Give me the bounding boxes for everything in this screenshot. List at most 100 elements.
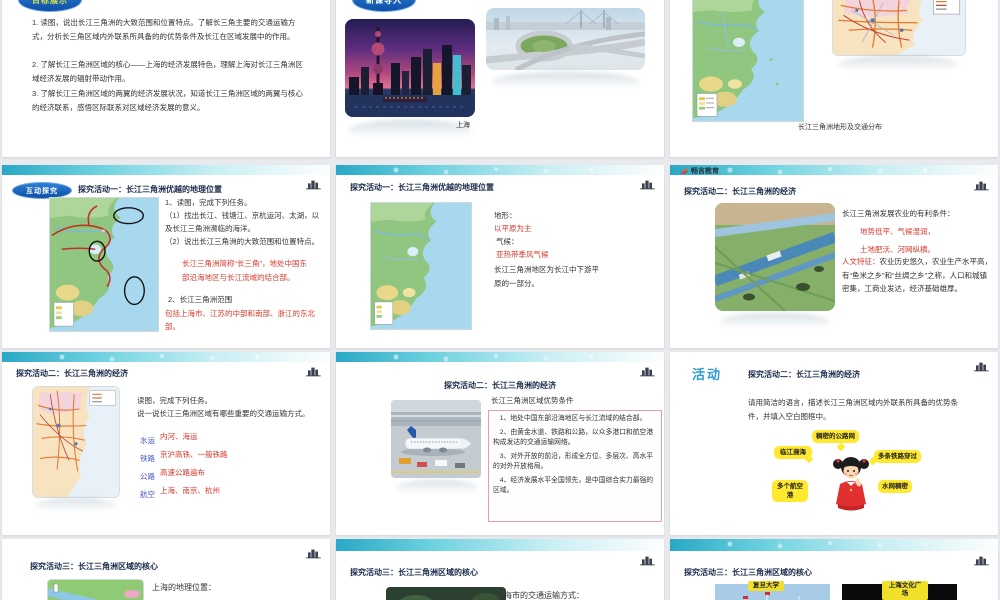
bubble-road-network: 稠密的公路网 [812,430,859,444]
terrain-value: 以平原为主 [494,224,532,233]
slide-4-activity1-position[interactable]: 互动探究 探究活动一：长江三角洲优越的地理位置 1、读图，完成下列任务。 （1）… [2,165,330,348]
answer-region: 长江三角洲简称“长三角”，地处中国东部沿海地区与长江流域的结合部。 [182,259,307,282]
goal-badge: 目标展示 [18,0,82,12]
terrain-label: 地形： [494,211,517,220]
advantage-point-1: 1、地处中国东部沿海地区与长江流域的结合部。 [499,415,647,422]
transport-task-2: 说一说长江三角洲区域有哪些重要的交通运输方式。 [137,409,310,418]
transport-label-road: 公路 [140,472,155,481]
bubble-tail [804,454,814,464]
bubble-tail [836,442,846,452]
maps-caption: 长江三角洲地形及交通分布 [798,124,882,131]
task-line-1: 1、读图，完成下列任务。 [165,198,252,207]
bridge-reflection [492,72,640,92]
transport-value-rail: 京沪高铁、一般铁路 [160,450,228,459]
airport-art [391,400,481,478]
canal-aerial-photo [715,203,835,311]
slide-12-activity3-core[interactable]: 探究活动三：长江三角洲区域的核心 复旦大学 上海文化广场 [670,539,998,600]
slide-header-bar [2,165,330,175]
goal-badge-label: 目标展示 [32,0,68,5]
shanghai-skyline-photo [345,19,475,117]
terrain-map-art [693,0,803,121]
satellite-photo [386,587,506,600]
building-icon [974,181,989,191]
activity-side-label: 活动 [692,367,723,382]
transport-task-1: 读图，完成下列任务。 [137,396,212,405]
terrain-map-annotated-art [50,198,158,331]
transport-value-water: 内河、海运 [160,432,198,441]
traffic-map-reflection [838,56,958,74]
slide-10-activity3-position[interactable]: 探究活动三：长江三角洲区域的核心 上海的地理位置： [2,539,330,600]
interchange-bridge-photo [486,8,645,70]
wing-logo-icon [680,167,689,175]
building-icon [640,556,655,566]
goal-paragraph-1: 1. 读图，说出长江三角洲的大致范围和位置特点。了解长三角主要的交通运输方式，分… [32,18,296,41]
building-icon [306,367,321,377]
transport-note: 上海市的交通运输方式： [496,591,584,600]
heading-range: 2、长江三角洲范围 [168,295,233,304]
task-line-2: （1）找出长江、钱塘江、京杭运河、太湖，以及长江三角洲濒临的海洋。 [165,211,320,234]
slide-header-bar [336,539,664,551]
terrain-map-art [371,203,471,329]
slide-title: 探究活动二：长江三角洲的经济 [748,370,860,379]
building-icon [974,556,989,566]
building-icon [974,362,989,372]
slide-6-activity2-agriculture[interactable]: 畅言教育 探究活动二：长江三角洲的经济 长江三角洲发展农业的有利条件： 地势低平… [670,165,998,348]
building-icon [306,549,321,559]
slide-9-activity-bubbles[interactable]: 活动 探究活动二：长江三角洲的经济 请用简洁的语言，描述长江三角洲区域内外联系所… [670,352,998,535]
traffic-map-image [832,0,966,56]
slide-2-intro[interactable]: 新课导入 上海 [336,0,664,157]
slide-title: 探究活动一：长江三角洲优越的地理位置 [350,183,494,192]
slide-sorter-board: 目标展示 1. 读图，说出长江三角洲的大致范围和位置特点。了解长三角主要的交通运… [0,0,1000,600]
slide-11-activity3-transport[interactable]: 探究活动三：长江三角洲区域的核心 上海市的交通运输方式： [336,539,664,600]
transport-label-water: 水运 [140,436,155,445]
task-line-3: （2）说出长江三角洲的大致范围和位置特点。 [165,237,320,246]
slide-header-bar [670,539,998,551]
canal-photo-reflection [720,313,830,331]
slide-8-activity2-advantages[interactable]: 探究活动二：长江三角洲的经济 长江三角洲区域优势条件 1、地处中国东部沿海地区与… [336,352,664,535]
transport-value-road: 高速公路遍布 [160,468,205,477]
slide-header-bar [2,352,330,362]
activity-prompt: 请用简洁的语言，描述长江三角洲区域内外联系所具备的优势条件，并填入空白图框中。 [748,398,958,421]
slide-header-bar [670,165,998,175]
slide-title: 探究活动二：长江三角洲的经济 [16,369,128,378]
canal-aerial-art [715,203,835,311]
slide-1-goals[interactable]: 目标展示 1. 读图，说出长江三角洲的大致范围和位置特点。了解长三角主要的交通运… [2,0,330,157]
intro-badge: 新课导入 [352,0,416,12]
shanghai-position-map-art [48,580,143,600]
brand-logo: 畅言教育 [680,166,719,176]
position-note: 上海的地理位置： [152,583,216,592]
advantages-heading: 长江三角洲区域优势条件 [491,396,574,405]
human-feature-label: 人文特征： [842,257,880,266]
brand-logo-text: 畅言教育 [691,168,719,175]
slide-title: 探究活动三：长江三角洲区域的核心 [350,568,478,577]
agri-red-1: 地势低平、气候湿润， [860,227,935,236]
slide-3-maps[interactable]: 长江三角洲地形及交通分布 [670,0,998,157]
slide-title: 探究活动三：长江三角洲区域的核心 [30,562,158,571]
advantages-box: 1、地处中国东部沿海地区与长江流域的结合部。 2、由黄金水道、铁路和公路，以众多… [488,410,662,522]
traffic-map-art [33,387,119,497]
bubble-water-network: 水网稠密 [878,480,912,494]
interchange-art [486,10,645,70]
fudan-label-chip: 复旦大学 [748,581,784,592]
slide-5-activity1-terrain[interactable]: 探究活动一：长江三角洲优越的地理位置 地形： 以平原为主 气候： 亚热带季风气候… [336,165,664,348]
climate-label: 气候： [496,237,519,246]
building-icon [640,367,655,377]
slide-header-bar [336,165,664,175]
slide-header-bar [336,352,664,362]
cartoon-girl-illustration [833,457,869,511]
terrain-map-image [370,202,472,330]
slide-title: 探究活动二：长江三角洲的经济 [444,381,556,390]
transport-label-air: 航空 [140,490,155,499]
advantage-point-4: 4、经济发展水平全国领先，是中国综合实力最强的区域。 [493,476,654,495]
answer-range: 包括上海市、江苏的中部和南部、浙江的东北部。 [165,309,315,331]
goal-paragraph-3: 3. 了解长江三角洲区域的两翼的经济发展状况，知道长江三角洲区域的两翼与核心的经… [32,89,303,112]
terrain-map-image [692,0,804,122]
shanghai-caption: 上海 [456,122,470,129]
bubble-railways: 多条铁路穿过 [874,450,921,464]
slide-7-activity2-transport[interactable]: 探究活动二：长江三角洲的经济 读图，完成下列任务。 说一说长江三角洲区域有哪些重… [2,352,330,535]
building-icon [306,180,321,190]
goal-paragraph-2: 2. 了解长江三角洲区域的核心——上海的经济发展特色，理解上海对长江三角洲区域经… [32,60,303,83]
satellite-art [386,587,506,600]
building-icon [640,180,655,190]
airport-photo [391,400,481,478]
